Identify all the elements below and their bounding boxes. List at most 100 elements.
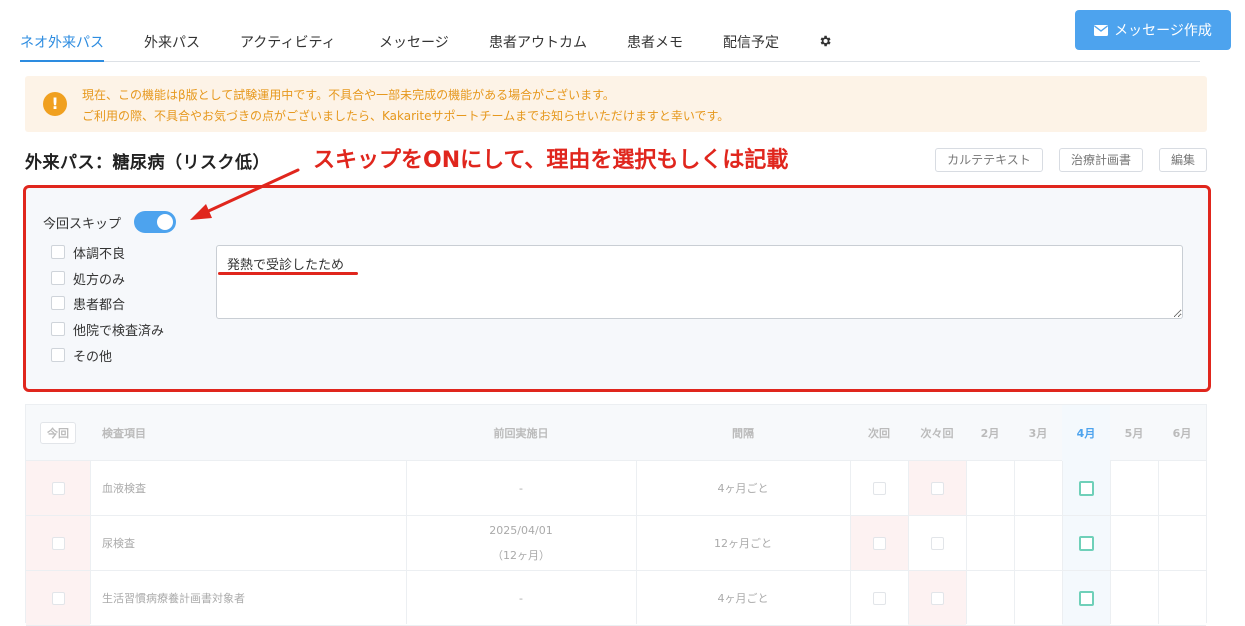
- interval: 4ヶ月ごと: [717, 592, 769, 605]
- th-month: 2月: [980, 427, 1000, 440]
- th-today: 今回: [26, 405, 90, 461]
- th-month: 5月: [1124, 427, 1144, 440]
- th-item: 検査項目: [102, 427, 146, 440]
- today-cell: [26, 571, 90, 625]
- column-divider: [90, 461, 91, 624]
- scheduled-checkbox[interactable]: [1078, 590, 1094, 606]
- compose-message-label: メッセージ作成: [1114, 23, 1212, 39]
- th-next: 次回: [868, 427, 890, 440]
- table-row: 尿検査 2025/04/01 （12ヶ月） 12ヶ月ごと: [26, 516, 1206, 571]
- reason-label: 体調不良: [73, 246, 126, 262]
- gear-icon[interactable]: [818, 34, 832, 48]
- next-cell: [850, 516, 908, 570]
- reason-textarea[interactable]: 発熱で受診したため: [216, 245, 1183, 319]
- column-divider: [966, 461, 967, 624]
- checkbox[interactable]: [51, 322, 65, 336]
- interval: 12ヶ月ごと: [714, 537, 772, 550]
- item-name: 尿検査: [102, 537, 135, 550]
- tab-messages[interactable]: メッセージ: [379, 26, 449, 60]
- column-divider: [1110, 461, 1111, 624]
- annotation-text: スキップをONにして、理由を選択もしくは記載: [313, 148, 789, 173]
- envelope-icon: [1094, 24, 1109, 36]
- beta-warning-banner: ! 現在、この機能はβ版として試験運用中です。不具合や一部未完成の機能がある場合…: [25, 76, 1207, 132]
- annotation-underline: [218, 272, 358, 275]
- next-cell: [850, 461, 908, 515]
- reason-label: 処方のみ: [73, 272, 126, 288]
- toggle-knob: [157, 214, 173, 230]
- banner-line-2: ご利用の際、不具合やお気づきの点がございましたら、Kakariteサポートチーム…: [82, 109, 730, 123]
- checkbox[interactable]: [51, 348, 65, 362]
- next-cell: [850, 571, 908, 625]
- item-name: 血液検査: [102, 482, 146, 495]
- month-cell: [1062, 461, 1110, 515]
- reason-checkbox-poor-condition[interactable]: 体調不良: [51, 242, 125, 262]
- skip-toggle[interactable]: [134, 211, 176, 233]
- month-cell: [1062, 516, 1110, 570]
- th-month-current: 4月: [1062, 405, 1110, 461]
- after-next-cell: [908, 461, 966, 515]
- reason-checkbox-patient-circumstance[interactable]: 患者都合: [51, 293, 125, 313]
- checkbox[interactable]: [930, 481, 944, 495]
- tab-delivery-schedule[interactable]: 配信予定: [723, 26, 779, 60]
- tab-outpatient-path[interactable]: 外来パス: [144, 26, 200, 60]
- month-cell: [1062, 571, 1110, 625]
- tab-bar: ネオ外来パス 外来パス アクティビティ メッセージ 患者アウトカム 患者メモ 配…: [20, 26, 1200, 62]
- checkbox[interactable]: [51, 536, 65, 550]
- column-divider: [1062, 461, 1063, 624]
- checkbox[interactable]: [872, 536, 886, 550]
- last-date: -: [519, 481, 523, 495]
- checkbox[interactable]: [51, 481, 65, 495]
- last-date-cell: 2025/04/01 （12ヶ月）: [406, 516, 636, 570]
- today-cell: [26, 461, 90, 515]
- after-next-cell: [908, 571, 966, 625]
- today-cell: [26, 516, 90, 570]
- table-row: 生活習慣病療養計画書対象者 - 4ヶ月ごと: [26, 571, 1206, 626]
- reason-label: 他院で検査済み: [73, 323, 165, 339]
- table-row: 血液検査 - 4ヶ月ごと: [26, 461, 1206, 516]
- reason-label: 患者都合: [73, 297, 126, 313]
- checkbox[interactable]: [930, 591, 944, 605]
- test-schedule-table: 今回 検査項目 前回実施日 間隔 次回 次々回 2月 3月 4月 5月 6月 血…: [25, 404, 1207, 626]
- checkbox[interactable]: [872, 591, 886, 605]
- checkbox[interactable]: [51, 271, 65, 285]
- checkbox[interactable]: [930, 536, 944, 550]
- reason-checkbox-tested-elsewhere[interactable]: 他院で検査済み: [51, 319, 164, 339]
- tab-neo-outpatient-path[interactable]: ネオ外来パス: [20, 26, 104, 62]
- edit-button[interactable]: 編集: [1159, 148, 1207, 172]
- last-date: -: [519, 591, 523, 605]
- th-interval: 間隔: [732, 427, 754, 440]
- th-last-date: 前回実施日: [493, 427, 549, 440]
- last-date-elapsed: （12ヶ月）: [492, 548, 550, 562]
- scheduled-checkbox[interactable]: [1078, 535, 1094, 551]
- checkbox[interactable]: [51, 296, 65, 310]
- checkbox[interactable]: [51, 245, 65, 259]
- column-divider: [636, 461, 637, 624]
- tab-patient-memo[interactable]: 患者メモ: [627, 26, 683, 60]
- skip-label: 今回スキップ: [43, 217, 122, 232]
- column-divider: [1158, 461, 1159, 624]
- after-next-cell: [908, 516, 966, 570]
- banner-line-1: 現在、この機能はβ版として試験運用中です。不具合や一部未完成の機能がある場合がご…: [82, 88, 615, 102]
- tab-activity[interactable]: アクティビティ: [240, 26, 336, 60]
- compose-message-button[interactable]: メッセージ作成: [1075, 10, 1231, 50]
- scheduled-checkbox[interactable]: [1078, 480, 1094, 496]
- column-divider: [908, 461, 909, 624]
- last-date: 2025/04/01: [489, 523, 553, 537]
- karte-text-button[interactable]: カルテテキスト: [935, 148, 1043, 172]
- reason-checkbox-other[interactable]: その他: [51, 345, 112, 365]
- column-divider: [406, 461, 407, 624]
- reason-label: その他: [73, 349, 113, 365]
- th-after-next: 次々回: [920, 427, 954, 440]
- table-header: 今回 検査項目 前回実施日 間隔 次回 次々回 2月 3月 4月 5月 6月: [26, 405, 1206, 461]
- interval: 4ヶ月ごと: [717, 482, 769, 495]
- today-button[interactable]: 今回: [40, 422, 76, 444]
- exclamation-icon: !: [43, 92, 67, 116]
- annotation-arrow: [190, 168, 300, 220]
- tab-patient-outcome[interactable]: 患者アウトカム: [489, 26, 587, 60]
- checkbox[interactable]: [51, 591, 65, 605]
- treatment-plan-button[interactable]: 治療計画書: [1059, 148, 1143, 172]
- checkbox[interactable]: [872, 481, 886, 495]
- reason-checkbox-prescription-only[interactable]: 処方のみ: [51, 268, 125, 288]
- item-name: 生活習慣病療養計画書対象者: [102, 592, 245, 605]
- th-month: 3月: [1028, 427, 1048, 440]
